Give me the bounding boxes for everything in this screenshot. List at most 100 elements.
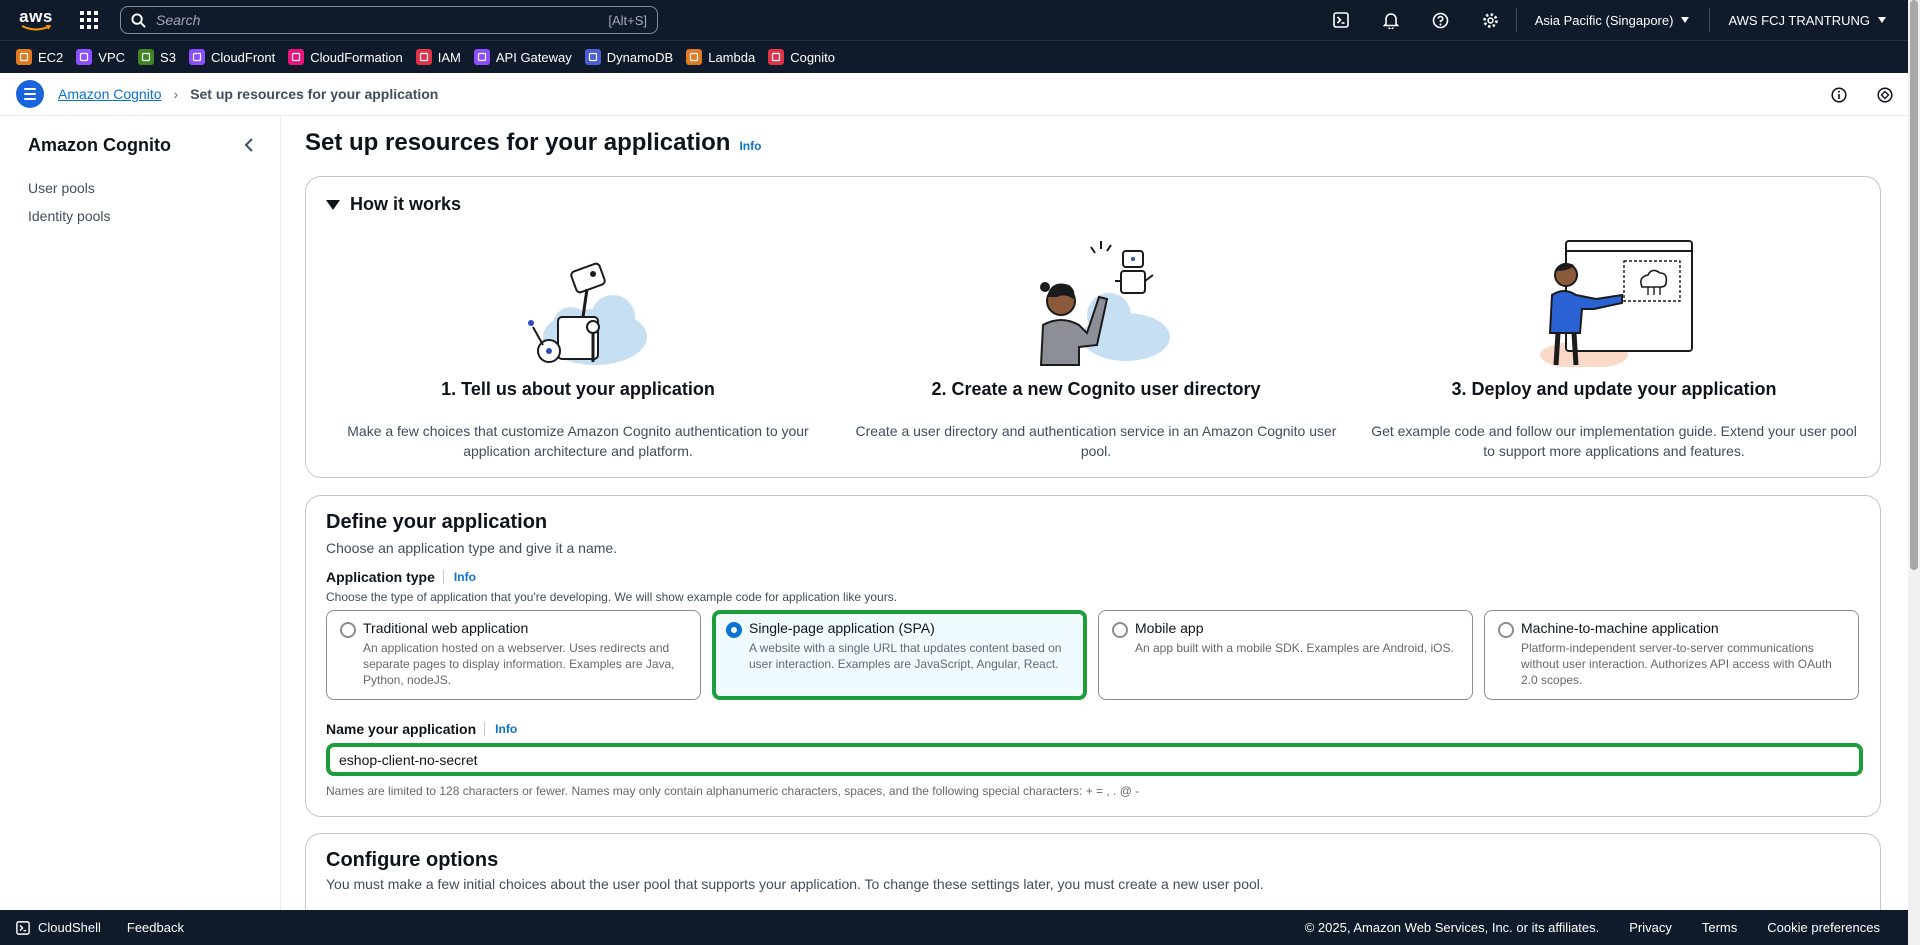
app-type-title: Traditional web application: [363, 620, 529, 636]
app-type-desc: Platform-independent server-to-server co…: [1521, 641, 1832, 687]
step-3-desc: Get example code and follow our implemen…: [1371, 423, 1857, 459]
account-label: AWS FCJ TRANTRUNG: [1728, 12, 1870, 28]
vpc-service-icon: [76, 49, 93, 65]
privacy-link[interactable]: Privacy: [1629, 920, 1672, 935]
sidebar-item-user-pools[interactable]: User pools: [28, 180, 95, 196]
radio-mobile[interactable]: [1112, 622, 1128, 638]
menu-toggle-button[interactable]: [16, 80, 44, 108]
how-it-works-toggle[interactable]: How it works: [326, 194, 461, 215]
step-2: 2. Create a new Cognito user directory C…: [836, 217, 1356, 461]
favorite-lambda[interactable]: Lambda: [686, 49, 755, 65]
favorite-s3[interactable]: S3: [138, 49, 176, 65]
info-panel-icon[interactable]: [1816, 86, 1862, 103]
account-menu[interactable]: AWS FCJ TRANTRUNG: [1709, 8, 1908, 32]
person-robot-illustration: [836, 217, 1356, 367]
page-scrollbar[interactable]: [1908, 0, 1920, 945]
search-shortcut: [Alt+S]: [608, 12, 647, 28]
cloudshell-icon[interactable]: [1316, 0, 1366, 40]
cloudshell-button[interactable]: CloudShell: [16, 920, 101, 935]
robot-dog-illustration: [318, 217, 838, 367]
favorite-label: EC2: [38, 49, 64, 65]
favorite-vpc[interactable]: VPC: [76, 49, 125, 65]
application-type-description: Choose the type of application that you'…: [326, 590, 898, 604]
page-title: Set up resources for your application In…: [305, 129, 761, 157]
cognito-service-icon: [768, 49, 785, 65]
aws-logo[interactable]: aws: [14, 6, 58, 32]
application-type-info-link[interactable]: Info: [454, 570, 476, 584]
dynamodb-service-icon: [584, 49, 601, 65]
radio-machine-to-machine[interactable]: [1498, 622, 1514, 638]
cookie-preferences-link[interactable]: Cookie preferences: [1767, 920, 1880, 935]
side-navigation: Amazon Cognito User pools Identity pools: [0, 116, 281, 910]
cloudfront-service-icon: [188, 49, 205, 65]
app-type-traditional-web[interactable]: Traditional web application An applicati…: [326, 610, 701, 700]
app-type-title: Single-page application (SPA): [749, 620, 935, 636]
favorite-cognito[interactable]: Cognito: [768, 49, 835, 65]
favorite-label: IAM: [437, 49, 461, 65]
application-type-label: Application type Info: [326, 569, 476, 585]
region-selector[interactable]: Asia Pacific (Singapore): [1515, 8, 1710, 32]
favorite-label: S3: [160, 49, 176, 65]
app-name-input[interactable]: eshop-client-no-secret: [326, 743, 1863, 776]
services-grid-icon[interactable]: [80, 11, 98, 29]
favorite-api-gateway[interactable]: API Gateway: [473, 49, 572, 65]
application-type-text: Application type: [326, 569, 435, 585]
search-icon: [131, 12, 146, 28]
caret-down-icon: [326, 199, 340, 210]
app-type-machine-to-machine[interactable]: Machine-to-machine application Platform-…: [1484, 610, 1859, 700]
feedback-link[interactable]: Feedback: [127, 920, 184, 935]
step-1: 1. Tell us about your application Make a…: [318, 217, 838, 461]
favorite-label: API Gateway: [495, 49, 572, 65]
feedback-panel-icon[interactable]: [1862, 86, 1908, 103]
app-type-desc: A website with a single URL that updates…: [749, 641, 1062, 671]
caret-down-icon: [1681, 17, 1690, 23]
region-label: Asia Pacific (Singapore): [1534, 12, 1674, 28]
settings-icon[interactable]: [1466, 0, 1516, 40]
footer: CloudShell Feedback © 2025, Amazon Web S…: [0, 910, 1908, 945]
search-bar[interactable]: Search [Alt+S]: [120, 6, 658, 34]
api-gateway-service-icon: [473, 49, 490, 65]
search-placeholder: Search: [156, 12, 201, 28]
favorite-dynamodb[interactable]: DynamoDB: [584, 49, 674, 65]
app-type-title: Machine-to-machine application: [1521, 620, 1719, 636]
app-type-title: Mobile app: [1135, 620, 1204, 636]
app-type-desc: An application hosted on a webserver. Us…: [363, 641, 675, 687]
app-name-constraint: Names are limited to 128 characters or f…: [326, 784, 1140, 798]
breadcrumb-current: Set up resources for your application: [190, 86, 439, 102]
step-3-title: 3. Deploy and update your application: [1451, 379, 1777, 399]
ec2-service-icon: [16, 49, 32, 65]
radio-traditional-web[interactable]: [340, 622, 356, 638]
how-it-works-panel: How it works 1. Tell us about your appli…: [305, 176, 1881, 478]
iam-service-icon: [415, 49, 432, 65]
terms-link[interactable]: Terms: [1702, 920, 1737, 935]
app-name-info-link[interactable]: Info: [495, 722, 517, 736]
sidebar-item-identity-pools[interactable]: Identity pools: [28, 208, 111, 224]
app-type-mobile[interactable]: Mobile app An app built with a mobile SD…: [1098, 610, 1473, 700]
collapse-sidebar-icon[interactable]: [243, 138, 255, 155]
page-info-link[interactable]: Info: [739, 139, 761, 153]
breadcrumb-cognito-link[interactable]: Amazon Cognito: [58, 86, 162, 102]
favorite-label: VPC: [98, 49, 126, 65]
radio-spa[interactable]: [726, 622, 742, 638]
help-icon[interactable]: [1416, 0, 1466, 40]
favorite-cloudfront[interactable]: CloudFront: [188, 49, 276, 65]
aws-logo-text: aws: [19, 6, 53, 26]
step-1-title: 1. Tell us about your application: [441, 379, 715, 399]
breadcrumb-bar: Amazon Cognito › Set up resources for yo…: [0, 73, 1908, 116]
deploy-whiteboard-illustration: [1354, 217, 1874, 367]
copyright-text: © 2025, Amazon Web Services, Inc. or its…: [1304, 920, 1600, 935]
caret-down-icon: [1878, 17, 1886, 23]
cloudformation-service-icon: [288, 49, 305, 65]
favorite-iam[interactable]: IAM: [415, 49, 461, 65]
favorite-ec2[interactable]: EC2: [16, 49, 63, 65]
step-1-desc: Make a few choices that customize Amazon…: [347, 423, 809, 459]
favorite-label: CloudFront: [210, 49, 276, 65]
favorite-label: DynamoDB: [606, 49, 674, 65]
chevron-right-icon: ›: [173, 86, 179, 102]
favorite-cloudformation[interactable]: CloudFormation: [288, 49, 403, 65]
define-application-panel: Define your application Choose an applic…: [305, 495, 1881, 817]
app-type-spa[interactable]: Single-page application (SPA) A website …: [712, 610, 1087, 700]
step-2-desc: Create a user directory and authenticati…: [855, 423, 1337, 459]
bell-icon[interactable]: [1366, 0, 1416, 40]
scrollbar-thumb[interactable]: [1910, 0, 1918, 570]
